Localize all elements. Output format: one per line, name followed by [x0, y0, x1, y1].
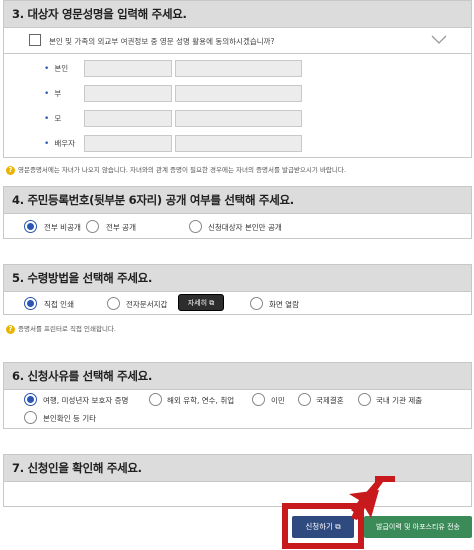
given-name-field-self[interactable] — [175, 60, 302, 77]
radio-label-reason-study: 해외 유학, 연수, 취업 — [167, 396, 235, 405]
section6-options: 여행, 미성년자 보호자 증명 해외 유학, 연수, 취업 이민 국제결혼 국내… — [3, 389, 472, 429]
radio-ssn-all-shown[interactable] — [86, 220, 99, 233]
consent-checkbox[interactable] — [29, 34, 41, 46]
radio-reason-travel[interactable] — [24, 393, 37, 406]
radio-ssn-self-only[interactable] — [189, 220, 202, 233]
section4-title: 4. 주민등록번호(뒷부분 6자리) 공개 여부를 선택해 주세요. — [3, 186, 472, 214]
radio-reason-immigration[interactable] — [252, 393, 265, 406]
pointer-arrow-icon — [349, 476, 395, 520]
radio-reason-marriage[interactable] — [298, 393, 311, 406]
consent-row[interactable]: 본인 및 가족의 외교부 여권정보 중 영문 성명 활용에 동의하시겠습니까? — [3, 28, 472, 54]
radio-label-reason-travel: 여행, 미성년자 보호자 증명 — [43, 396, 129, 405]
given-name-field-spouse[interactable] — [175, 135, 302, 152]
section5-note: ? 증명서를 프린터로 직접 인쇄합니다. — [6, 323, 116, 334]
radio-reason-study[interactable] — [149, 393, 162, 406]
section3-title: 3. 대상자 영문성명을 입력해 주세요. — [3, 0, 472, 28]
given-name-field-father[interactable] — [175, 85, 302, 102]
surname-field-father[interactable] — [84, 85, 172, 102]
radio-ssn-all-hidden[interactable] — [24, 220, 37, 233]
name-label-father: 부 — [44, 88, 61, 99]
radio-label-receive-print: 직접 인쇄 — [44, 300, 74, 309]
name-row-mother: 모 — [4, 110, 473, 128]
name-row-self: 본인 — [4, 60, 473, 78]
radio-receive-print[interactable] — [24, 297, 37, 310]
radio-reason-domestic[interactable] — [358, 393, 371, 406]
name-label-mother: 모 — [44, 113, 61, 124]
help-icon: ? — [6, 324, 15, 334]
radio-label-receive-view: 화면 열람 — [269, 300, 299, 309]
radio-receive-e-wallet[interactable] — [107, 297, 120, 310]
radio-label-ssn-self-only: 신청대상자 본인만 공개 — [208, 223, 282, 232]
name-label-spouse: 배우자 — [44, 138, 75, 149]
radio-label-reason-domestic: 국내 기관 제출 — [376, 396, 423, 405]
radio-label-reason-marriage: 국제결혼 — [316, 396, 344, 405]
english-name-area: 본인 부 모 배우자 — [3, 54, 472, 158]
radio-label-receive-e-wallet: 전자문서지갑 — [126, 300, 168, 309]
detail-button[interactable]: 자세히 ⧉ — [178, 294, 224, 311]
radio-label-ssn-all-hidden: 전부 비공개 — [44, 223, 81, 232]
section3-note: ? 영문증명서에는 자녀가 나오지 않습니다. 자녀와의 관계 증명이 필요한 경… — [6, 164, 346, 175]
given-name-field-mother[interactable] — [175, 110, 302, 127]
name-row-spouse: 배우자 — [4, 135, 473, 153]
consent-text: 본인 및 가족의 외교부 여권정보 중 영문 성명 활용에 동의하시겠습니까? — [49, 37, 275, 46]
name-row-father: 부 — [4, 85, 473, 103]
radio-label-reason-other: 본인확인 등 기타 — [43, 414, 97, 423]
help-icon: ? — [6, 165, 15, 175]
surname-field-mother[interactable] — [84, 110, 172, 127]
radio-reason-other[interactable] — [24, 411, 37, 424]
radio-receive-view[interactable] — [250, 297, 263, 310]
radio-label-reason-immigration: 이민 — [271, 396, 285, 405]
section4-options: 전부 비공개 전부 공개 신청대상자 본인만 공개 — [3, 213, 472, 239]
surname-field-spouse[interactable] — [84, 135, 172, 152]
radio-label-ssn-all-shown: 전부 공개 — [106, 223, 136, 232]
section5-note-text: 증명서를 프린터로 직접 인쇄합니다. — [18, 325, 116, 333]
section5-title: 5. 수령방법을 선택해 주세요. — [3, 264, 472, 292]
chevron-down-icon[interactable] — [431, 32, 447, 46]
section5-options: 직접 인쇄 전자문서지갑 화면 열람 — [3, 291, 472, 315]
name-label-self: 본인 — [44, 63, 68, 74]
surname-field-self[interactable] — [84, 60, 172, 77]
section6-title: 6. 신청사유를 선택해 주세요. — [3, 362, 472, 390]
section3-note-text: 영문증명서에는 자녀가 나오지 않습니다. 자녀와의 관계 증명이 필요한 경우… — [18, 166, 346, 174]
